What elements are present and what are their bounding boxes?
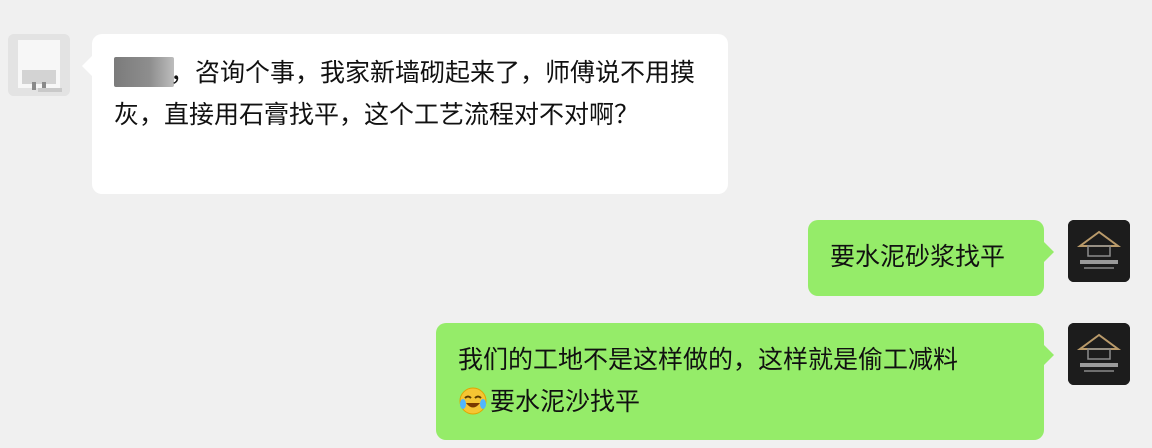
- my-avatar[interactable]: [1068, 323, 1130, 385]
- outgoing-message-bubble[interactable]: 要水泥砂浆找平: [808, 220, 1054, 296]
- bubble-tail: [82, 56, 92, 76]
- chat-area: ，咨询个事，我家新墙砌起来了，师傅说不用摸灰，直接用石膏找平，这个工艺流程对不对…: [0, 0, 1152, 448]
- company-logo-avatar-icon: [1068, 323, 1130, 385]
- message-text-after-emoji: 要水泥沙找平: [490, 387, 641, 416]
- incoming-message-bubble[interactable]: ，咨询个事，我家新墙砌起来了，师傅说不用摸灰，直接用石膏找平，这个工艺流程对不对…: [82, 34, 728, 194]
- bubble-tail: [1044, 242, 1054, 262]
- message-text: 我们的工地不是这样做的，这样就是偷工减料: [458, 345, 959, 374]
- outgoing-message-bubble[interactable]: 我们的工地不是这样做的，这样就是偷工减料 要水泥沙找平: [436, 323, 1054, 440]
- crying-laughing-emoji-icon: [458, 386, 488, 416]
- message-text: 要水泥砂浆找平: [830, 242, 1006, 271]
- contact-avatar-icon: [8, 34, 70, 96]
- message-text: ，咨询个事，我家新墙砌起来了，师傅说不用摸灰，直接用石膏找平，这个工艺流程对不对…: [114, 58, 696, 129]
- redacted-name: [114, 57, 174, 87]
- my-avatar[interactable]: [1068, 220, 1130, 282]
- contact-avatar[interactable]: [8, 34, 70, 96]
- company-logo-avatar-icon: [1068, 220, 1130, 282]
- bubble-tail: [1044, 345, 1054, 365]
